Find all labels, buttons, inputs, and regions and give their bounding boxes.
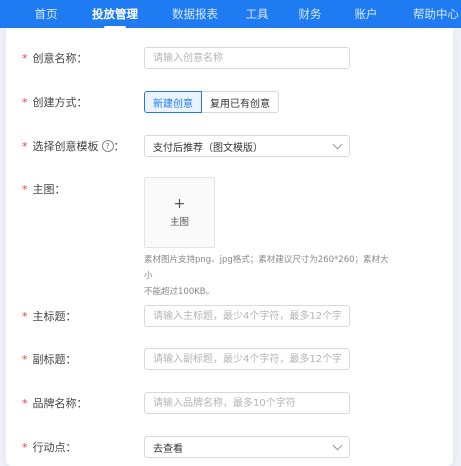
nav-item-reports[interactable]: 数据报表: [164, 0, 226, 28]
create-method-label: * 创建方式：: [22, 95, 88, 110]
required-mark: *: [22, 95, 28, 109]
template-select[interactable]: 支付后推荐（图文模版）: [144, 135, 350, 157]
action-label: * 行动点：: [22, 440, 77, 455]
main-title-input[interactable]: [144, 305, 350, 327]
required-mark: *: [22, 51, 28, 65]
action-select-value: 去查看: [153, 443, 183, 455]
required-mark: *: [22, 139, 28, 153]
template-select-value: 支付后推荐（图文模版）: [153, 142, 263, 154]
chevron-down-icon: [332, 139, 343, 149]
required-mark: *: [22, 440, 28, 454]
top-nav: 首页 投放管理 数据报表 工具 财务 账户 帮助中心: [0, 0, 461, 28]
creative-name-input[interactable]: [144, 47, 350, 69]
new-creative-button[interactable]: 新建创意: [144, 91, 202, 113]
creative-name-label: * 创意名称：: [22, 51, 88, 66]
template-label: * 选择创意模板 ? ：: [22, 139, 125, 154]
question-circle-icon[interactable]: ?: [101, 140, 114, 152]
action-select[interactable]: 去查看: [144, 436, 350, 458]
nav-item-finance[interactable]: 财务: [292, 0, 328, 28]
nav-item-tools[interactable]: 工具: [240, 0, 274, 28]
brand-name-label: * 品牌名称：: [22, 396, 88, 411]
required-mark: *: [22, 309, 28, 323]
required-mark: *: [22, 352, 28, 366]
required-mark: *: [22, 396, 28, 410]
create-method-toggle: 新建创意 复用已有创意: [144, 91, 279, 113]
sub-title-label: * 副标题：: [22, 352, 77, 367]
plus-icon: +: [173, 196, 186, 212]
reuse-creative-button[interactable]: 复用已有创意: [202, 91, 279, 113]
creative-form-card: * 创意名称： * 创建方式： 新建创意 复用已有创意 * 选择创意模板 ? ：…: [6, 28, 453, 466]
chevron-down-icon: [332, 440, 343, 450]
brand-name-input[interactable]: [144, 392, 350, 414]
required-mark: *: [22, 182, 28, 196]
main-title-label: * 主标题：: [22, 309, 77, 324]
nav-item-account[interactable]: 账户: [348, 0, 384, 28]
sub-title-input[interactable]: [144, 348, 350, 370]
nav-item-ad-management[interactable]: 投放管理: [84, 0, 146, 28]
upload-label: 主图: [169, 217, 189, 228]
main-image-upload[interactable]: + 主图: [144, 177, 215, 248]
nav-item-help[interactable]: 帮助中心: [405, 0, 461, 28]
main-image-label: * 主图：: [22, 182, 66, 197]
main-image-hint: 素材图片支持png、jpg格式；素材建议尺寸为260*260；素材大小 不能超过…: [144, 255, 389, 297]
nav-item-home[interactable]: 首页: [26, 0, 66, 28]
